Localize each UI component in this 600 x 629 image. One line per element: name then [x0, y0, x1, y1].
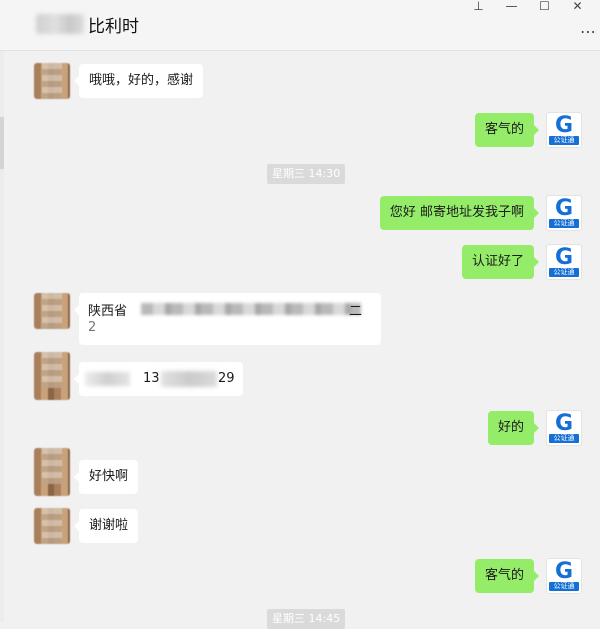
phone-redacted — [161, 371, 217, 387]
logo-caption: 公证通 — [549, 582, 579, 591]
minimize-icon[interactable]: — — [495, 0, 528, 14]
more-icon[interactable]: ⋯ — [580, 22, 596, 41]
chat-title: 比利时 — [88, 17, 139, 37]
g-logo-icon: G — [554, 113, 574, 138]
message-bubble: 好的 — [487, 411, 540, 445]
message-bubble: 好快啊 — [73, 460, 139, 494]
maximize-icon[interactable]: ☐ — [528, 0, 561, 14]
scrollbar[interactable] — [0, 51, 4, 622]
address-message: 陕西省 二 2 — [74, 293, 381, 345]
contact-avatar[interactable] — [34, 508, 70, 544]
address-line2: 2 — [88, 320, 97, 335]
message-bubble: 客气的 — [474, 113, 540, 147]
chat-header: 比利时 ⊥ — ☐ ✕ ⋯ — [0, 0, 600, 51]
self-avatar[interactable]: G 公证通 — [546, 195, 582, 231]
logo-caption: 公证通 — [549, 434, 579, 443]
window-controls: ⊥ — ☐ ✕ — [462, 0, 594, 14]
contact-avatar[interactable] — [34, 352, 70, 400]
self-avatar[interactable]: G 公证通 — [546, 410, 582, 446]
logo-caption: 公证通 — [549, 136, 579, 145]
logo-caption: 公证通 — [549, 219, 579, 228]
logo-caption: 公证通 — [549, 268, 579, 277]
address-end: 二 — [349, 304, 363, 319]
scrollbar-thumb[interactable] — [0, 117, 4, 169]
self-avatar[interactable]: G 公证通 — [546, 112, 582, 148]
contact-name-redacted — [36, 14, 84, 34]
timestamp-badge: 星期三 14:30 — [267, 164, 346, 184]
message-bubble: 客气的 — [474, 559, 540, 593]
name-redacted — [85, 372, 130, 386]
address-start: 陕西省 — [88, 304, 128, 319]
g-logo-icon: G — [554, 411, 574, 436]
close-icon[interactable]: ✕ — [561, 0, 594, 14]
phone-suffix: 29 — [218, 371, 235, 386]
contact-avatar[interactable] — [34, 63, 70, 99]
contact-avatar[interactable] — [34, 448, 70, 496]
self-avatar[interactable]: G 公证通 — [546, 244, 582, 280]
message-bubble: 哦哦，好的，感谢 — [73, 64, 204, 98]
message-bubble: 认证好了 — [461, 245, 540, 279]
pin-icon[interactable]: ⊥ — [462, 0, 495, 14]
timestamp-badge: 星期三 14:45 — [267, 609, 346, 629]
g-logo-icon: G — [554, 196, 574, 221]
self-avatar[interactable]: G 公证通 — [546, 558, 582, 594]
message-bubble: 谢谢啦 — [73, 509, 139, 543]
phone-message: 13 29 — [74, 362, 243, 396]
g-logo-icon: G — [554, 559, 574, 584]
g-logo-icon: G — [554, 245, 574, 270]
message-bubble: 您好 邮寄地址发我子啊 — [379, 196, 540, 230]
address-redacted — [141, 303, 361, 315]
contact-avatar[interactable] — [34, 293, 70, 329]
phone-prefix: 13 — [143, 371, 160, 386]
